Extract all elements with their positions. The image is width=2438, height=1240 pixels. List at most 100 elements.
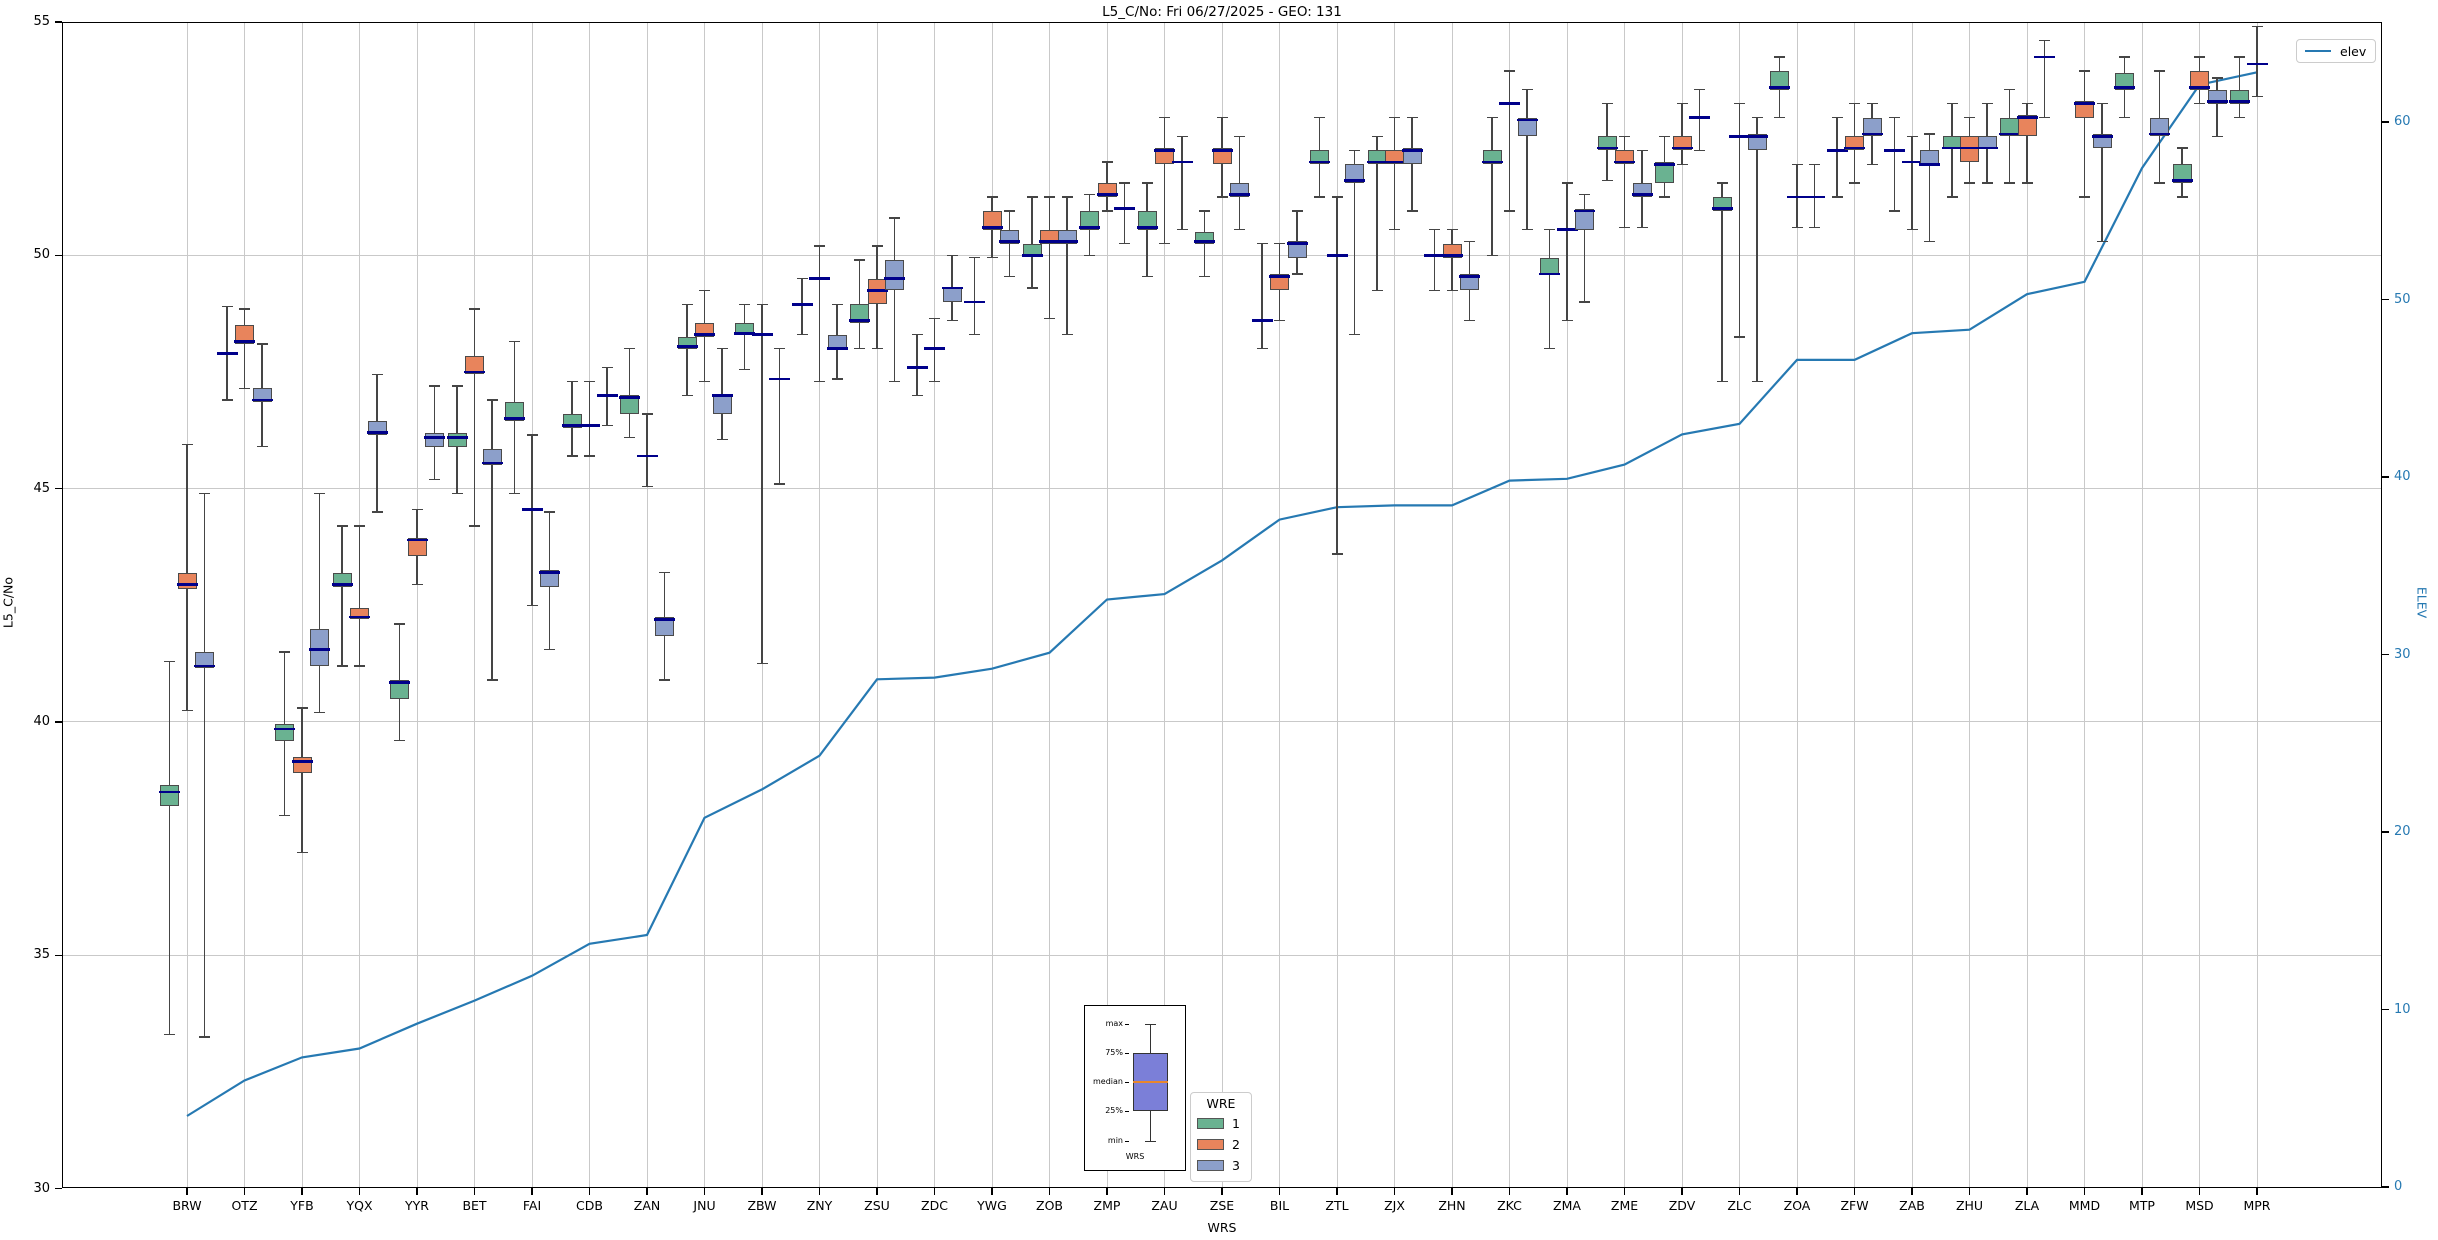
wre-legend-entry: 3: [1197, 1155, 1245, 1176]
y2-tick: [2382, 1008, 2389, 1011]
x-tick: [646, 1188, 648, 1195]
x-tick: [1508, 1188, 1511, 1195]
x-tick: [1221, 1188, 1223, 1195]
x-tick: [186, 1188, 188, 1195]
inset-label: 25%: [1105, 1106, 1123, 1115]
x-tick-label: ZSE: [1209, 1198, 1235, 1213]
x-tick-label: MMD: [2068, 1198, 2101, 1213]
y2-tick: [2382, 476, 2389, 478]
x-tick: [588, 1188, 591, 1195]
x-tick: [358, 1188, 361, 1195]
x-tick-label: ZAN: [633, 1198, 661, 1213]
x-tick-label: ZLA: [2014, 1198, 2040, 1213]
y-tick-label: 30: [33, 1180, 50, 1196]
x-tick: [1278, 1188, 1281, 1195]
elev-legend: elev: [2296, 39, 2376, 63]
y-tick: [55, 254, 62, 256]
y2-tick-label: 30: [2394, 646, 2411, 662]
y2-tick-label: 50: [2394, 291, 2411, 307]
x-tick: [473, 1188, 476, 1195]
x-tick: [2198, 1188, 2201, 1195]
wre-legend-entry: 1: [1197, 1113, 1245, 1134]
inset-tick: [1125, 1024, 1129, 1025]
x-tick-label: BIL: [1269, 1198, 1290, 1213]
x-tick: [2141, 1188, 2143, 1195]
inset-median: [1133, 1081, 1168, 1083]
x-tick-label: ZOB: [1036, 1198, 1063, 1213]
x-tick: [1623, 1188, 1626, 1195]
figure: L5_C/No: Fri 06/27/2025 - GEO: 131 L5_C/…: [0, 0, 2438, 1240]
x-tick-label: MSD: [2185, 1198, 2214, 1213]
x-tick: [1911, 1188, 1913, 1195]
y2-tick: [2382, 831, 2389, 833]
y2-tick-label: 20: [2394, 824, 2411, 839]
y2-tick: [2382, 653, 2389, 656]
x-tick: [531, 1188, 533, 1195]
x-tick: [1163, 1188, 1166, 1195]
x-tick-label: ZAB: [1899, 1198, 1925, 1213]
x-tick: [1796, 1188, 1798, 1195]
y2-tick-label: 60: [2394, 114, 2411, 129]
x-tick: [818, 1188, 821, 1195]
inset-cap-min: [1145, 1141, 1156, 1143]
plot-border: [62, 22, 2382, 1188]
x-tick-label: ZJX: [1384, 1198, 1405, 1213]
y-tick-label: 50: [33, 247, 50, 263]
x-tick-label: YYR: [405, 1198, 429, 1213]
x-tick: [1968, 1188, 1971, 1195]
y-tick-label: 35: [33, 947, 50, 963]
x-tick: [1681, 1188, 1683, 1195]
x-tick-label: MPR: [2243, 1198, 2271, 1213]
wre-entry-label: 3: [1232, 1158, 1240, 1173]
x-tick-label: BET: [462, 1198, 487, 1213]
boxplot-explainer-inset: max 75% median 25% min WRS: [1084, 1005, 1186, 1171]
wre-legend: WRE 1 2 3: [1190, 1092, 1252, 1182]
x-tick: [301, 1188, 303, 1195]
x-tick: [416, 1188, 418, 1195]
x-tick-label: OTZ: [231, 1198, 258, 1213]
x-tick-label: ZHN: [1438, 1198, 1466, 1213]
x-tick-label: ZOA: [1783, 1198, 1811, 1213]
inset-tick: [1125, 1141, 1129, 1142]
y-tick-label: 40: [33, 713, 50, 729]
x-tick-label: YFB: [290, 1198, 314, 1213]
elev-line-swatch: [2305, 49, 2331, 53]
y2-tick-label: 40: [2394, 469, 2411, 484]
y-tick-label: 45: [33, 480, 50, 496]
x-tick-label: ZFW: [1840, 1198, 1869, 1213]
x-tick: [1048, 1188, 1051, 1195]
wre-swatch-3: [1197, 1160, 1224, 1171]
x-tick: [1451, 1188, 1453, 1195]
x-tick: [1336, 1188, 1338, 1195]
wre-legend-title: WRE: [1206, 1096, 1236, 1111]
x-tick-label: ZAU: [1151, 1198, 1178, 1213]
x-tick-label: ZME: [1610, 1198, 1639, 1213]
x-tick-label: ZBW: [747, 1198, 777, 1213]
y-tick: [55, 954, 62, 956]
x-tick: [1393, 1188, 1396, 1195]
y2-tick: [2382, 298, 2389, 301]
y-tick: [55, 721, 62, 723]
x-tick: [991, 1188, 993, 1195]
x-tick: [2026, 1188, 2028, 1195]
y2-tick-label: 0: [2394, 1179, 2403, 1194]
x-tick: [703, 1188, 706, 1195]
x-tick: [1106, 1188, 1108, 1195]
x-tick: [933, 1188, 936, 1195]
inset-x-label: WRS: [1125, 1152, 1145, 1161]
y-tick: [55, 1187, 62, 1190]
x-tick-label: ZSU: [864, 1198, 890, 1213]
y-tick: [55, 487, 62, 490]
inset-tick: [1125, 1082, 1129, 1083]
y2-tick: [2382, 1186, 2389, 1188]
y-tick: [55, 21, 62, 23]
inset-label: min: [1107, 1136, 1123, 1145]
inset-tick: [1125, 1111, 1129, 1112]
elev-legend-label: elev: [2340, 43, 2367, 59]
y2-tick: [2382, 121, 2389, 123]
x-tick: [761, 1188, 763, 1195]
wre-swatch-2: [1197, 1139, 1224, 1150]
y2-tick-label: 10: [2394, 1001, 2411, 1017]
inset-label: median: [1093, 1077, 1123, 1086]
inset-label: 75%: [1105, 1048, 1123, 1057]
